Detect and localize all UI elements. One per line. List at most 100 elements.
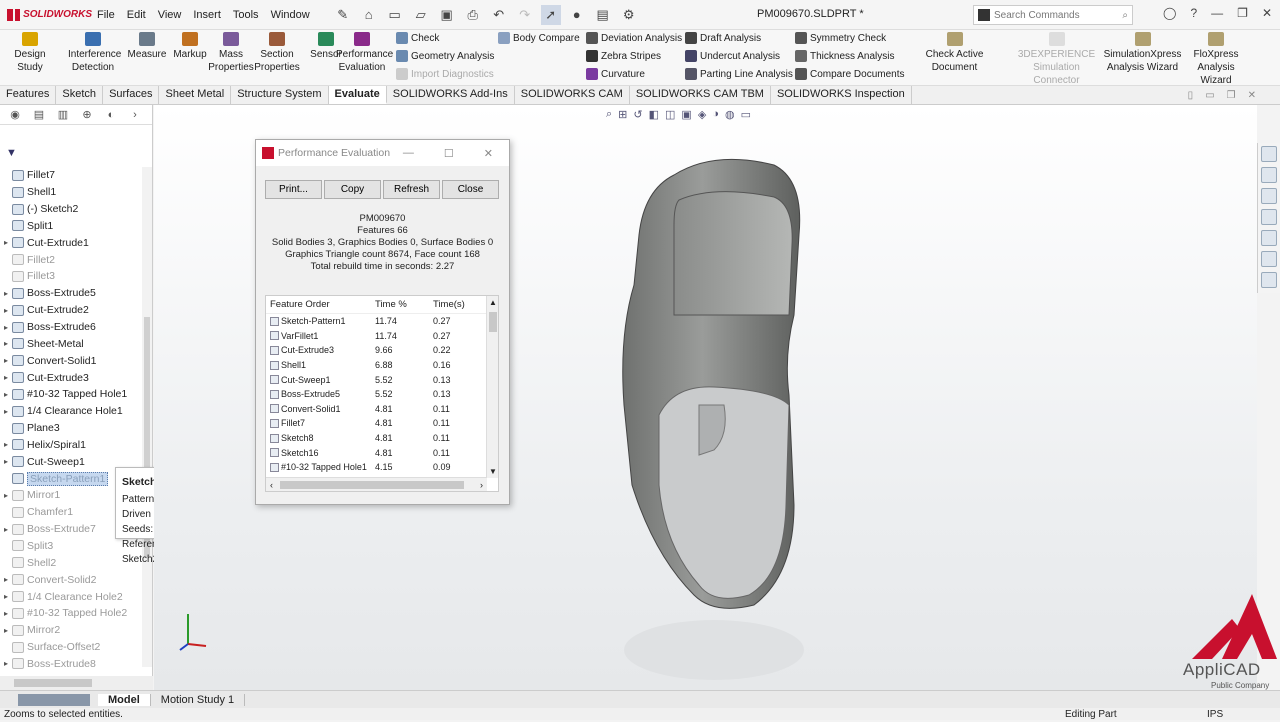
configuration-manager-tab-icon[interactable]: ▥	[52, 107, 74, 123]
expand-arrow-icon[interactable]: ▸	[0, 373, 12, 382]
table-row[interactable]: Sketch16 4.81 0.11	[266, 445, 498, 460]
ribbon-small-button[interactable]: Geometry Analysis	[396, 50, 494, 62]
ribbon-small-button[interactable]: Symmetry Check	[795, 32, 886, 44]
ribbon-wide-button-3[interactable]: FloXpress Analysis Wizard	[1182, 32, 1250, 87]
table-row[interactable]: Fillet7 4.81 0.11	[266, 416, 498, 431]
display-style-icon[interactable]: ▣	[681, 108, 691, 121]
tree-item[interactable]: Surface-Offset2	[0, 639, 140, 656]
tab-surfaces[interactable]: Surfaces	[103, 86, 160, 104]
expand-arrow-icon[interactable]: ▸	[0, 491, 12, 500]
tab-evaluate[interactable]: Evaluate	[328, 86, 387, 104]
table-horizontal-scrollbar[interactable]: ‹ ›	[266, 477, 487, 491]
ribbon-button-1[interactable]: Interference Detection	[68, 32, 121, 74]
search-commands-input[interactable]: Search Commands ⌕	[973, 5, 1133, 25]
expand-arrow-icon[interactable]: ▸	[0, 306, 12, 315]
ribbon-small-button[interactable]: Compare Documents	[795, 68, 904, 80]
tab-solidworks-cam[interactable]: SOLIDWORKS CAM	[515, 86, 630, 104]
table-row[interactable]: Cut-Sweep1 5.52 0.13	[266, 372, 498, 387]
traffic-light-icon[interactable]: ●	[567, 5, 587, 25]
menu-view[interactable]: View	[157, 7, 183, 23]
tree-item[interactable]: ▸ #10-32 Tapped Hole2	[0, 605, 140, 622]
table-row[interactable]: VarFillet1 11.74 0.27	[266, 329, 498, 344]
ribbon-small-button[interactable]: Deviation Analysis	[586, 32, 682, 44]
tab-solidworks-inspection[interactable]: SOLIDWORKS Inspection	[771, 86, 912, 104]
home-icon[interactable]: ⌂	[359, 5, 379, 25]
refresh-button[interactable]: Refresh	[383, 180, 440, 199]
ribbon-small-button[interactable]: Curvature	[586, 68, 645, 80]
view-palette-icon[interactable]	[1261, 209, 1277, 225]
tree-item[interactable]: ▸ Convert-Solid2	[0, 571, 140, 588]
tree-item[interactable]: Fillet2	[0, 251, 140, 268]
menu-file[interactable]: File	[96, 7, 116, 23]
expand-arrow-icon[interactable]: ▸	[0, 289, 12, 298]
zoom-fit-icon[interactable]: ⌕	[606, 108, 612, 121]
ribbon-small-button[interactable]: Body Compare	[498, 32, 580, 44]
column-header[interactable]: Time(s)	[433, 299, 483, 310]
ribbon-button-2[interactable]: Measure	[123, 32, 171, 61]
tree-item[interactable]: Plane3	[0, 420, 140, 437]
help-icon[interactable]: ?	[1190, 6, 1197, 20]
ribbon-small-button[interactable]: Import Diagnostics	[396, 68, 494, 80]
close-button[interactable]: Close	[442, 180, 499, 199]
tree-item[interactable]: ▸ #10-32 Tapped Hole1	[0, 386, 140, 403]
user-icon[interactable]: ◯	[1163, 6, 1176, 20]
file-explorer-icon[interactable]	[1261, 188, 1277, 204]
tree-item[interactable]: ▸ Helix/Spiral1	[0, 437, 140, 454]
table-row[interactable]: Boss-Extrude5 5.52 0.13	[266, 387, 498, 402]
appearances-icon[interactable]	[1261, 230, 1277, 246]
print-icon[interactable]: ⎙	[463, 5, 483, 25]
expand-arrow-icon[interactable]: ▸	[0, 457, 12, 466]
ribbon-small-button[interactable]: Undercut Analysis	[685, 50, 780, 62]
options-gear-icon[interactable]: ⚙	[619, 5, 639, 25]
open-icon[interactable]: ▱	[411, 5, 431, 25]
expand-arrow-icon[interactable]: ▸	[0, 626, 12, 635]
tree-item[interactable]: Fillet3	[0, 268, 140, 285]
column-header[interactable]: Time %	[375, 299, 433, 310]
ribbon-small-button[interactable]: Check	[396, 32, 439, 44]
bottom-tab-model[interactable]: Model	[98, 693, 151, 706]
expand-arrow-icon[interactable]: ▸	[0, 575, 12, 584]
viewport-restore-icon[interactable]: ❐	[1227, 90, 1236, 101]
table-row[interactable]: Sketch8 4.81 0.11	[266, 431, 498, 446]
custom-properties-icon[interactable]	[1261, 251, 1277, 267]
tree-item[interactable]: ▸ Boss-Extrude5	[0, 285, 140, 302]
menu-tools[interactable]: Tools	[232, 7, 260, 23]
appearance-icon[interactable]: ◑	[712, 108, 719, 121]
viewport-close-icon[interactable]: ✕	[1248, 90, 1256, 101]
solidworks-forum-icon[interactable]	[1261, 272, 1277, 288]
expand-arrow-icon[interactable]: ▸	[0, 592, 12, 601]
ribbon-button-0[interactable]: Design Study	[6, 32, 54, 74]
dimxpert-tab-icon[interactable]: ⊕	[76, 107, 98, 123]
expand-arrow-icon[interactable]: ▸	[0, 659, 12, 668]
table-row[interactable]: Shell1 6.88 0.16	[266, 358, 498, 373]
tree-item[interactable]: ▸ Cut-Extrude1	[0, 234, 140, 251]
tree-item[interactable]: ▸ Convert-Solid1	[0, 352, 140, 369]
select-icon[interactable]: ➚	[540, 4, 561, 25]
copy-button[interactable]: Copy	[324, 180, 381, 199]
scroll-left-icon[interactable]: ‹	[270, 480, 273, 490]
pin-icon[interactable]: ✎	[333, 5, 353, 25]
tree-item[interactable]: Shell1	[0, 184, 140, 201]
expand-arrow-icon[interactable]: ▸	[0, 609, 12, 618]
menu-window[interactable]: Window	[270, 7, 311, 23]
tree-item[interactable]: Split1	[0, 218, 140, 235]
property-manager-tab-icon[interactable]: ▤	[28, 107, 50, 123]
print-button[interactable]: Print...	[265, 180, 322, 199]
view-settings-icon[interactable]: ▭	[741, 108, 751, 121]
tree-item[interactable]: Fillet7	[0, 167, 140, 184]
zoom-area-icon[interactable]: ⊞	[618, 108, 627, 121]
tree-item[interactable]: ▸ 1/4 Clearance Hole2	[0, 588, 140, 605]
ribbon-button-4[interactable]: Mass Properties	[205, 32, 257, 74]
ribbon-button-5[interactable]: Section Properties	[251, 32, 303, 74]
split-view-icon[interactable]: ▯	[1188, 90, 1194, 101]
tree-item[interactable]: ▸ Boss-Extrude6	[0, 319, 140, 336]
new-document-icon[interactable]: ▭	[385, 5, 405, 25]
expand-arrow-icon[interactable]: ▸	[0, 407, 12, 416]
expand-arrow-icon[interactable]: ▸	[0, 339, 12, 348]
view-orientation-icon[interactable]: ◫	[665, 108, 675, 121]
ribbon-wide-button-0[interactable]: Check Active Document	[902, 32, 1007, 74]
minimize-icon[interactable]: —	[1211, 6, 1223, 20]
tab-sketch[interactable]: Sketch	[56, 86, 104, 104]
tab-solidworks-cam-tbm[interactable]: SOLIDWORKS CAM TBM	[630, 86, 771, 104]
tree-item[interactable]: Shell2	[0, 554, 140, 571]
